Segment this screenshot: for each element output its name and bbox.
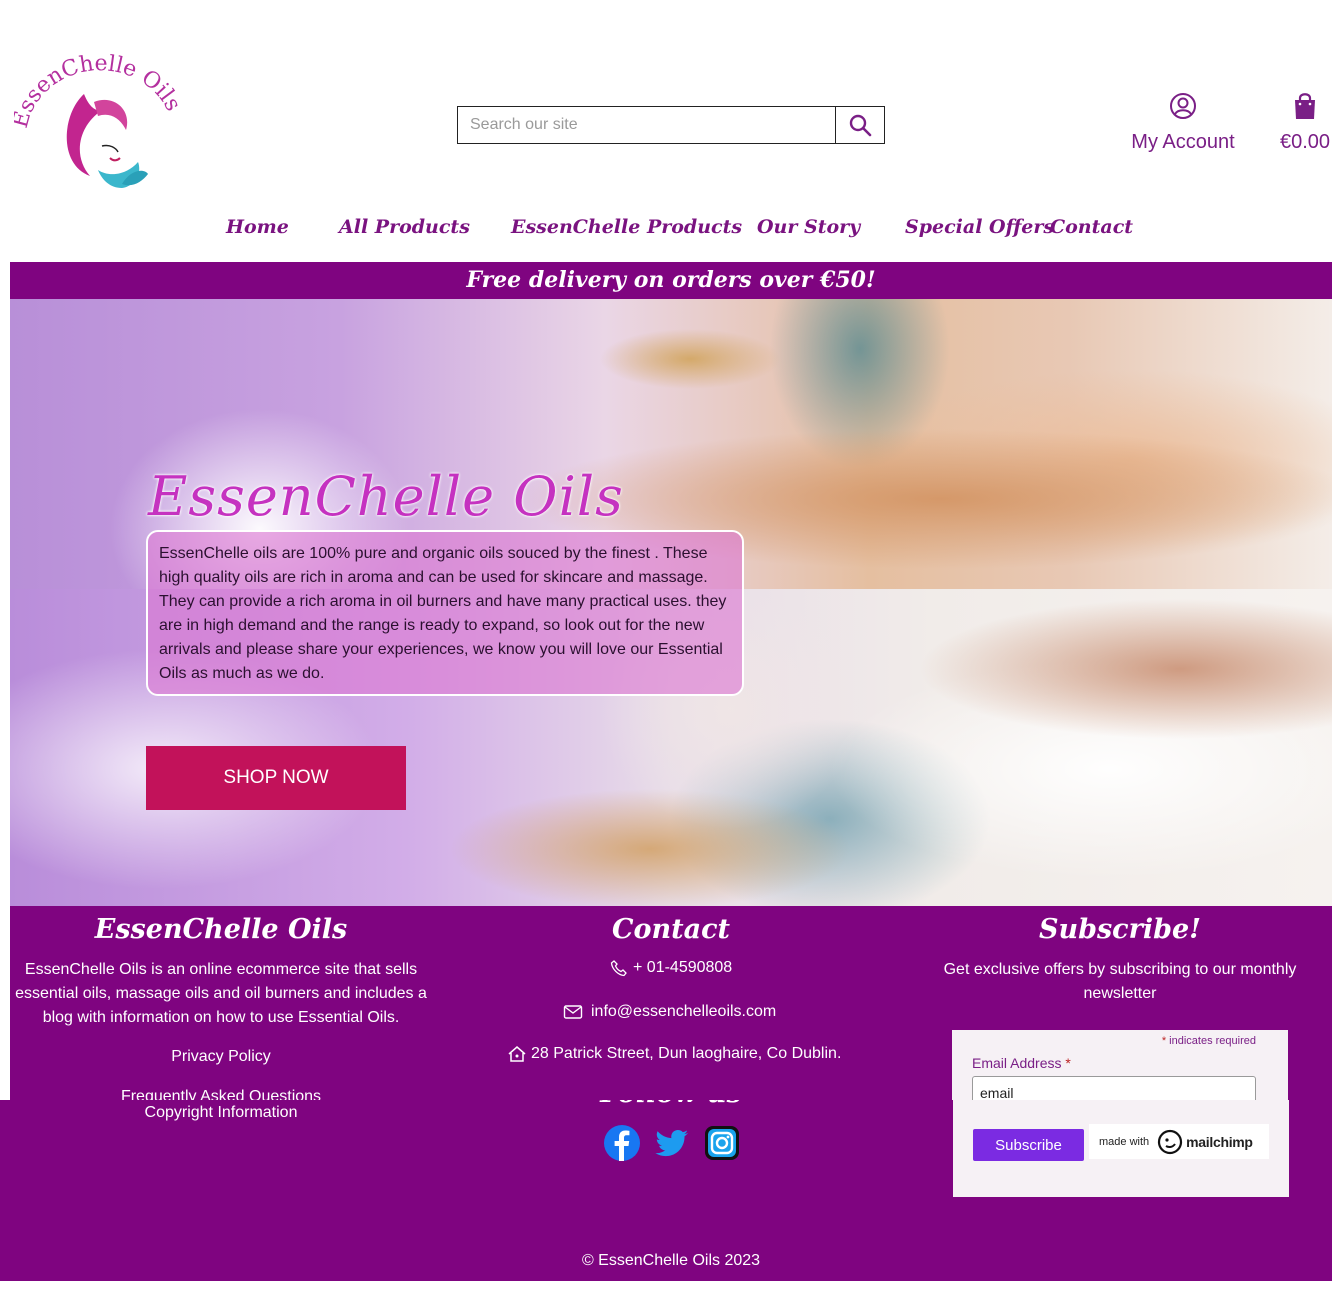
search-icon (849, 114, 872, 137)
contact-email[interactable]: info@essenchelleoils.com (563, 1003, 776, 1021)
contact-phone[interactable]: + 01-4590808 (610, 959, 732, 977)
instagram-icon (705, 1126, 739, 1160)
subscribe-text: Get exclusive offers by subscribing to o… (943, 961, 1297, 1002)
my-account-label: My Account (1131, 131, 1235, 153)
instagram-link[interactable] (703, 1124, 741, 1162)
social-links (603, 1123, 743, 1163)
nav-our-story[interactable]: Our Story (757, 216, 860, 238)
shopping-bag-icon (1295, 93, 1315, 119)
nav-all-products[interactable]: All Products (339, 216, 470, 238)
email-address-label: Email Address * (972, 1055, 1071, 1071)
subscribe-heading: Subscribe! (1038, 914, 1202, 945)
free-delivery-banner: Free delivery on orders over €50! (10, 262, 1332, 299)
privacy-policy-link[interactable]: Privacy Policy (10, 1048, 432, 1066)
mailchimp-badge[interactable]: made with mailchimp (1089, 1124, 1269, 1159)
home-icon (508, 1046, 526, 1062)
hero-section: EssenChelle Oils EssenChelle oils are 10… (10, 299, 1332, 906)
copyright-info-link[interactable]: Copyright Information (10, 1104, 432, 1122)
search-button[interactable] (835, 107, 884, 143)
nav-contact[interactable]: Contact (1050, 216, 1133, 238)
my-account-link[interactable]: My Account (1126, 92, 1240, 158)
mailchimp-icon (1158, 1129, 1183, 1154)
user-icon (1170, 93, 1196, 119)
facebook-icon (604, 1125, 640, 1161)
footer-about-text: EssenChelle Oils is an online ecommerce … (15, 961, 427, 1026)
site-logo[interactable]: EssenChelle Oils (8, 51, 185, 194)
contact-address: 28 Patrick Street, Dun laoghaire, Co Dub… (507, 1045, 841, 1063)
nav-essenchelle-products[interactable]: EssenChelle Products (511, 216, 742, 238)
cart-total: €0.00 (1279, 131, 1331, 153)
shop-now-button[interactable]: SHOP NOW (146, 746, 406, 810)
twitter-icon (655, 1129, 688, 1157)
contact-address-text: 28 Patrick Street, Dun laoghaire, Co Dub… (531, 1045, 842, 1062)
follow-us-heading: Follow us (450, 1100, 892, 1114)
footer-copyright: © EssenChelle Oils 2023 (581, 1252, 761, 1269)
search-bar (457, 106, 885, 144)
mailchimp-form-bottom: Subscribe made with mailchimp (953, 1100, 1289, 1197)
mailchimp-form: * indicates required Email Address * (952, 1030, 1288, 1100)
nav-special-offers[interactable]: Special Offers (905, 216, 1054, 238)
required-note: * indicates required (1161, 1035, 1256, 1047)
search-input[interactable] (458, 107, 835, 143)
phone-icon (610, 960, 627, 977)
footer-contact-heading: Contact (611, 914, 730, 945)
twitter-link[interactable] (653, 1124, 691, 1162)
nav-home[interactable]: Home (226, 216, 289, 238)
faq-link[interactable]: Frequently Asked Questions (10, 1088, 432, 1100)
contact-phone-text: + 01-4590808 (633, 959, 733, 976)
logo-text: EssenChelle Oils (14, 54, 184, 131)
hero-title: EssenChelle Oils (148, 465, 624, 528)
envelope-icon (563, 1005, 583, 1019)
subscribe-button[interactable]: Subscribe (973, 1129, 1084, 1161)
facebook-link[interactable] (603, 1124, 641, 1162)
mailchimp-brand: mailchimp (1186, 1133, 1253, 1150)
hero-description: EssenChelle oils are 100% pure and organ… (146, 530, 744, 696)
contact-email-text: info@essenchelleoils.com (591, 1003, 777, 1020)
footer-about-heading: EssenChelle Oils (94, 914, 348, 945)
made-with-text: made with (1099, 1135, 1150, 1148)
newsletter-email-input[interactable] (972, 1076, 1256, 1100)
cart-link[interactable]: €0.00 (1276, 92, 1332, 158)
